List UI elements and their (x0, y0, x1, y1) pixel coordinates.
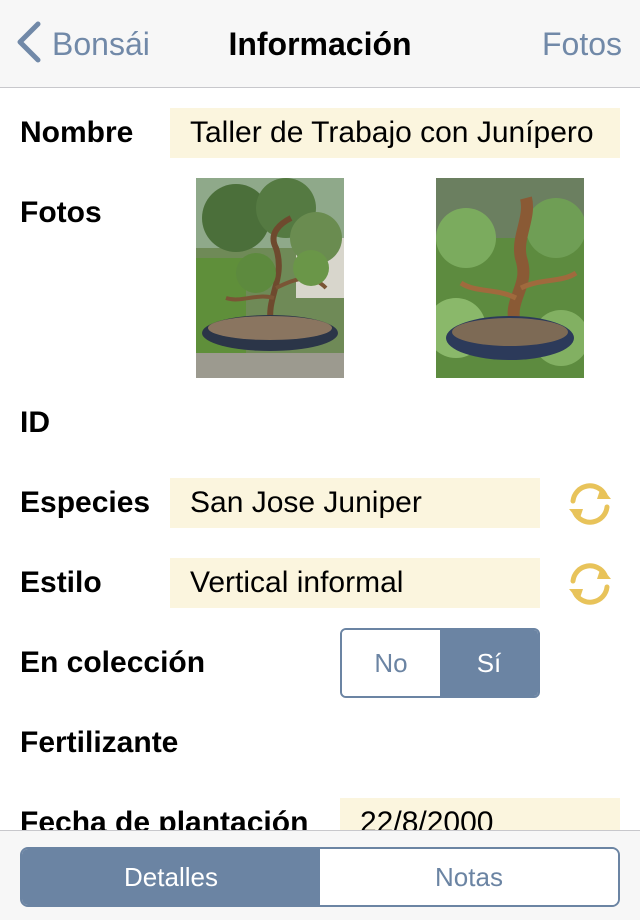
species-field[interactable]: San Jose Juniper (170, 478, 540, 528)
in-collection-toggle: No Sí (340, 628, 540, 698)
photos-button[interactable]: Fotos (542, 22, 622, 66)
fertilizer-label: Fertilizante (20, 726, 179, 759)
refresh-icon[interactable] (565, 479, 615, 529)
in-collection-no[interactable]: No (342, 630, 440, 696)
refresh-icon[interactable] (565, 559, 615, 609)
navigation-bar: Bonsái Información Fotos (0, 0, 640, 88)
tab-notes[interactable]: Notas (320, 849, 618, 905)
bottom-toolbar: Detalles Notas (0, 830, 640, 920)
id-label: ID (20, 406, 50, 439)
planting-date-field[interactable]: 22/8/2000 (340, 798, 620, 830)
details-form: Nombre Taller de Trabajo con Junípero Fo… (0, 88, 640, 830)
name-label: Nombre (20, 116, 134, 149)
style-label: Estilo (20, 566, 102, 599)
name-field[interactable]: Taller de Trabajo con Junípero (170, 108, 620, 158)
bonsai-photo-2[interactable] (436, 178, 584, 378)
in-collection-label: En colección (20, 646, 206, 679)
in-collection-yes[interactable]: Sí (440, 630, 538, 696)
species-label: Especies (20, 486, 151, 519)
bonsai-photo-1[interactable] (196, 178, 344, 378)
style-field[interactable]: Vertical informal (170, 558, 540, 608)
detail-tabs: Detalles Notas (20, 847, 620, 907)
planting-date-label: Fecha de plantación (20, 806, 309, 830)
tab-details[interactable]: Detalles (22, 849, 320, 905)
photos-label: Fotos (20, 196, 102, 229)
